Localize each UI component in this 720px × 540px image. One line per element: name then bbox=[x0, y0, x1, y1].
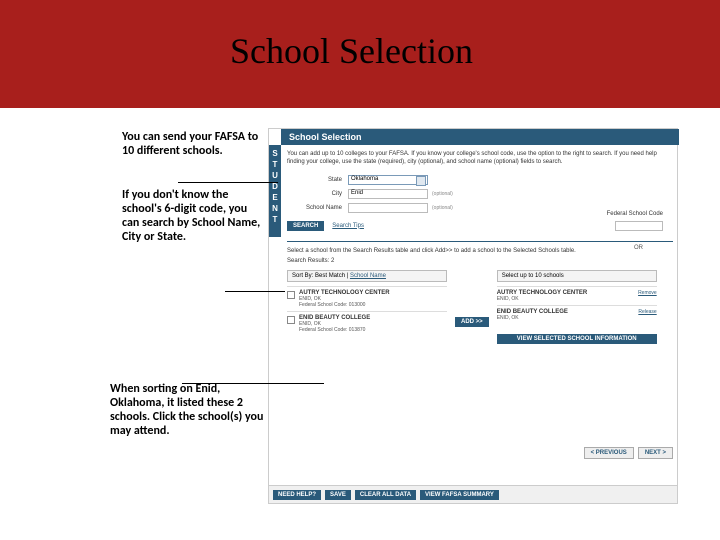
intro-text: You can add up to 10 colleges to your FA… bbox=[287, 151, 673, 167]
divider bbox=[287, 241, 673, 242]
middle-col: ADD >> bbox=[455, 270, 489, 344]
nav-buttons: < PREVIOUS NEXT > bbox=[584, 447, 673, 459]
student-side-tab[interactable]: STUDENT bbox=[269, 145, 281, 237]
fed-code-input[interactable] bbox=[615, 221, 663, 231]
previous-button[interactable]: < PREVIOUS bbox=[584, 447, 634, 459]
fed-code-label: Federal School Code bbox=[607, 211, 663, 217]
sort-schoolname-link[interactable]: School Name bbox=[350, 273, 386, 279]
selected-school-1: AUTRY TECHNOLOGY CENTER ENID, OK Remove bbox=[497, 286, 657, 305]
sort-header: Sort By: Best Match | School Name bbox=[287, 270, 447, 282]
state-row: State Oklahoma bbox=[287, 175, 673, 185]
selected-schools-col: Select up to 10 schools AUTRY TECHNOLOGY… bbox=[497, 270, 657, 344]
screenshot-body: You can add up to 10 colleges to your FA… bbox=[281, 145, 679, 485]
search-result-1[interactable]: AUTRY TECHNOLOGY CENTER ENID, OK Federal… bbox=[287, 286, 447, 311]
selected-header: Select up to 10 schools bbox=[497, 270, 657, 282]
search-button[interactable]: SEARCH bbox=[287, 221, 324, 231]
search-result-2[interactable]: ENID BEAUTY COLLEGE ENID, OK Federal Sch… bbox=[287, 311, 447, 336]
save-button[interactable]: SAVE bbox=[325, 490, 351, 500]
or-text: OR bbox=[634, 245, 643, 251]
state-select[interactable]: Oklahoma bbox=[348, 175, 428, 185]
callout-line-2 bbox=[225, 291, 285, 292]
city-optional: (optional) bbox=[432, 191, 453, 197]
schoolname-input[interactable] bbox=[348, 203, 428, 213]
next-button[interactable]: NEXT > bbox=[638, 447, 673, 459]
checkbox-icon[interactable] bbox=[287, 316, 295, 324]
search-tips-link[interactable]: Search Tips bbox=[332, 223, 364, 229]
release-link-2[interactable]: Release bbox=[638, 309, 656, 315]
remove-link-1[interactable]: Remove bbox=[638, 290, 657, 296]
annotation-2: If you don't know the school's 6-digit c… bbox=[122, 188, 262, 244]
annotation-3: When sorting on Enid, Oklahoma, it liste… bbox=[110, 382, 265, 438]
need-help-button[interactable]: NEED HELP? bbox=[273, 490, 321, 500]
fafsa-screenshot: STUDENT School Selection You can add up … bbox=[268, 128, 678, 504]
annotation-1: You can send your FAFSA to 10 different … bbox=[122, 130, 262, 158]
bottom-toolbar: NEED HELP? SAVE CLEAR ALL DATA VIEW FAFS… bbox=[269, 485, 677, 503]
results-count-row: Search Results: 2 bbox=[287, 258, 673, 264]
view-selected-button[interactable]: VIEW SELECTED SCHOOL INFORMATION bbox=[497, 334, 657, 344]
view-summary-button[interactable]: VIEW FAFSA SUMMARY bbox=[420, 490, 499, 500]
city-input[interactable]: Enid bbox=[348, 189, 428, 199]
title-banner: School Selection bbox=[0, 0, 720, 108]
selected-school-2: ENID BEAUTY COLLEGE ENID, OK Release bbox=[497, 305, 657, 324]
sub-intro: Select a school from the Search Results … bbox=[287, 248, 673, 254]
schoolname-optional: (optional) bbox=[432, 205, 453, 211]
add-button[interactable]: ADD >> bbox=[455, 317, 489, 327]
callout-line-1 bbox=[178, 182, 278, 183]
results-columns: Sort By: Best Match | School Name AUTRY … bbox=[287, 270, 673, 344]
city-row: City Enid (optional) bbox=[287, 189, 673, 199]
search-results-col: Sort By: Best Match | School Name AUTRY … bbox=[287, 270, 447, 344]
checkbox-icon[interactable] bbox=[287, 291, 295, 299]
screenshot-header: School Selection bbox=[281, 129, 679, 145]
state-label: State bbox=[287, 177, 342, 183]
clear-button[interactable]: CLEAR ALL DATA bbox=[355, 490, 416, 500]
slide-title: School Selection bbox=[230, 30, 473, 72]
city-label: City bbox=[287, 191, 342, 197]
callout-line-3 bbox=[182, 383, 324, 384]
schoolname-label: School Name bbox=[287, 205, 342, 211]
